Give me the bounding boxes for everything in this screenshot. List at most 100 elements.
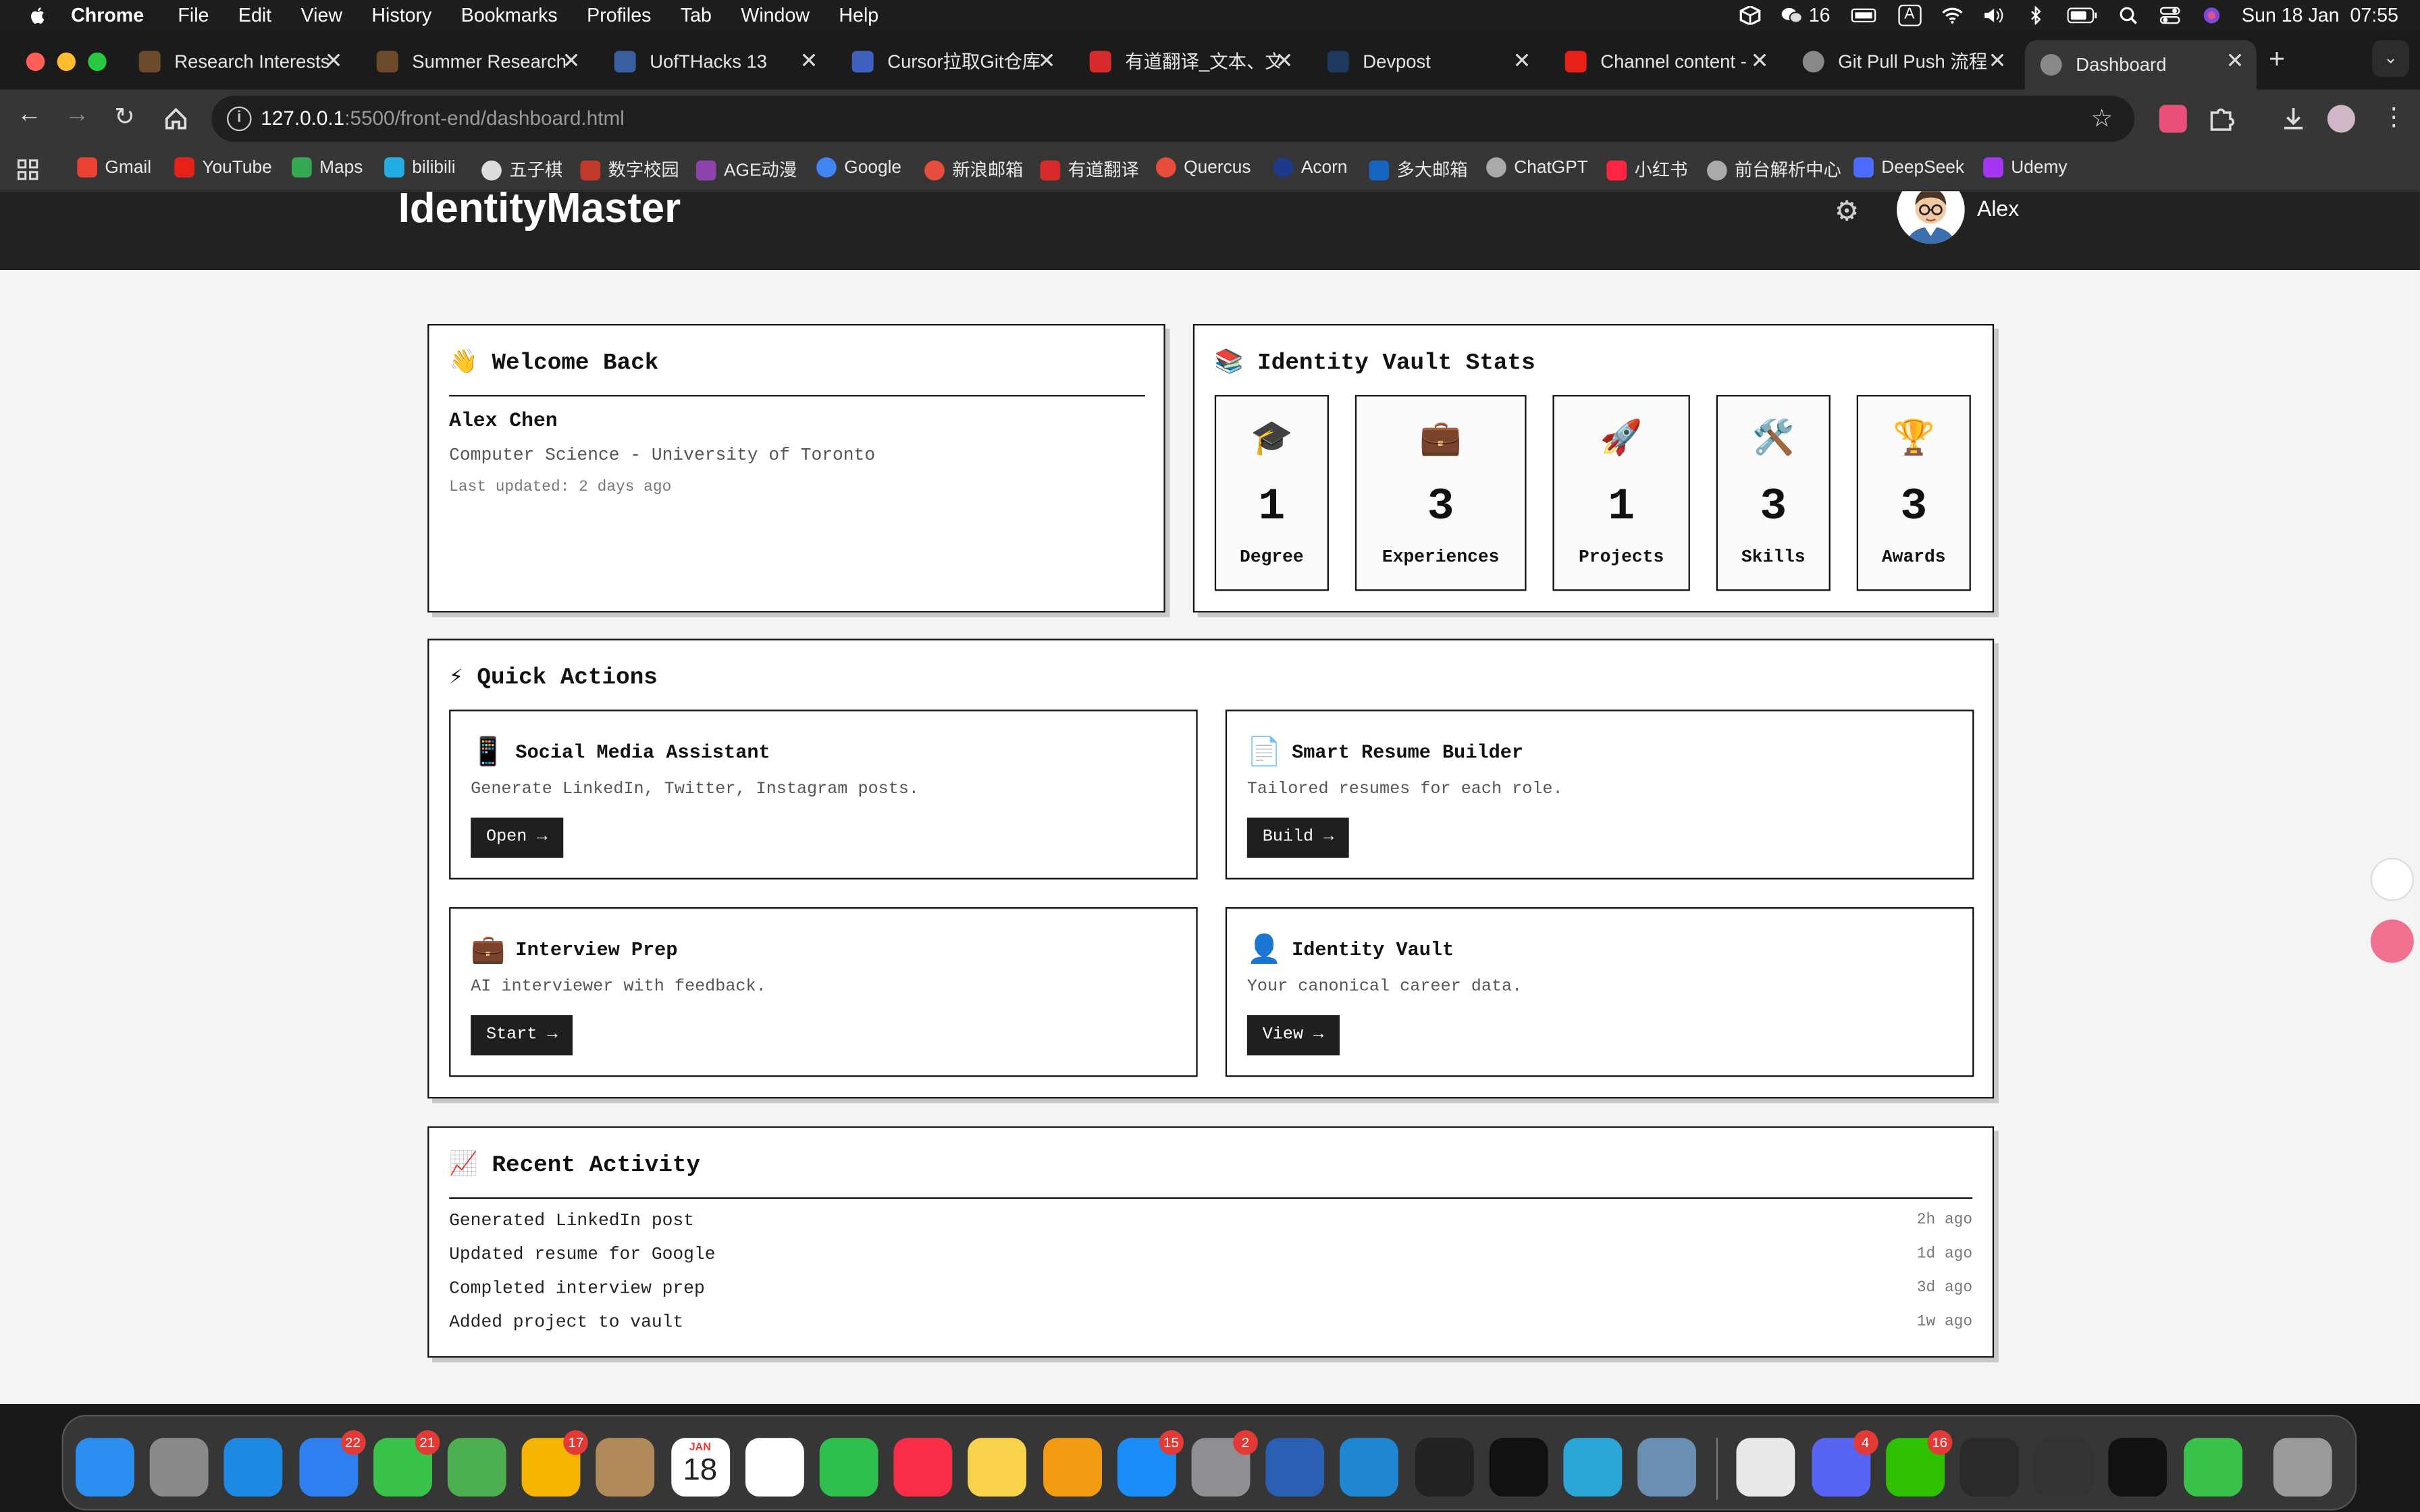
dock-quill-icon[interactable] (2034, 1438, 2093, 1497)
volume-icon[interactable] (1982, 6, 2004, 24)
bookmark-deepseek[interactable]: DeepSeek (1853, 157, 1964, 178)
back-arrow-icon[interactable]: ← (17, 102, 42, 130)
dock-messages-2-icon[interactable] (2183, 1438, 2242, 1497)
siri-icon[interactable] (2200, 6, 2221, 24)
build-resume-button[interactable]: Build → (1246, 817, 1350, 858)
bookmark-digital-campus[interactable]: 数字校园 (580, 157, 679, 182)
tab-close-icon[interactable]: ✕ (325, 48, 343, 74)
control-center-icon[interactable] (2159, 6, 2180, 24)
cube-status-icon[interactable] (1739, 6, 1761, 25)
bookmark-gomoku[interactable]: 五子棋 (481, 157, 562, 182)
bookmark-bilibili[interactable]: bilibili (384, 157, 456, 178)
bookmark-gmail[interactable]: Gmail (77, 157, 151, 178)
menu-window[interactable]: Window (741, 5, 810, 26)
bookmark-youdao[interactable]: 有道翻译 (1040, 157, 1139, 182)
dock-music-icon[interactable] (893, 1438, 953, 1497)
open-social-media-button[interactable]: Open → (471, 817, 563, 858)
menu-file[interactable]: File (178, 5, 209, 26)
tab-channel-content[interactable]: Channel content - ✕ (1550, 40, 1781, 82)
minimize-window-button[interactable] (57, 52, 76, 72)
stat-experiences[interactable]: 💼 3 Experiences (1354, 395, 1527, 591)
dock-word-icon[interactable] (1265, 1438, 1325, 1497)
bookmark-google[interactable]: Google (816, 157, 901, 178)
tab-search-chevron-icon[interactable]: ⌄ (2372, 40, 2409, 78)
menu-bookmarks[interactable]: Bookmarks (461, 5, 558, 26)
menu-app-name[interactable]: Chrome (71, 5, 144, 26)
tab-dashboard-active[interactable]: Dashboard ✕ (2024, 40, 2257, 90)
home-icon[interactable] (162, 105, 190, 132)
dock-notes-icon[interactable] (968, 1438, 1027, 1497)
spotlight-search-icon[interactable] (2117, 6, 2138, 24)
menubar-clock[interactable]: Sun 18 Jan 07:55 (2242, 5, 2398, 26)
bookmark-youtube[interactable]: YouTube (174, 157, 272, 178)
user-avatar[interactable] (1897, 191, 1965, 244)
site-info-icon[interactable]: i (226, 106, 252, 132)
tab-close-icon[interactable]: ✕ (562, 48, 581, 74)
tab-cursor-git[interactable]: Cursor拉取Git仓库 ✕ (837, 40, 1068, 82)
stat-projects[interactable]: 🚀 1 Projects (1552, 395, 1690, 591)
dock-trash-icon[interactable] (2273, 1438, 2332, 1497)
bookmark-quercus[interactable]: Quercus (1155, 157, 1251, 178)
tab-youdao-translate[interactable]: 有道翻译_文本、文 ✕ (1074, 40, 1306, 82)
battery-monitor-icon[interactable] (1850, 6, 1878, 24)
download-icon[interactable] (2280, 105, 2307, 132)
dock-calendar-icon[interactable]: JAN 18 (670, 1438, 730, 1497)
menu-tab[interactable]: Tab (681, 5, 712, 26)
tab-devpost[interactable]: Devpost ✕ (1312, 40, 1544, 82)
address-url[interactable]: 127.0.0.1:5500/front-end/dashboard.html (261, 107, 625, 130)
start-interview-button[interactable]: Start → (471, 1015, 573, 1056)
dock-discord-icon[interactable]: 4 (1811, 1430, 1878, 1497)
menu-help[interactable]: Help (839, 5, 878, 26)
translate-extension-icon[interactable] (2159, 105, 2187, 133)
dock-mail-icon[interactable]: 22 (298, 1430, 365, 1497)
apps-grid-icon[interactable] (17, 159, 38, 180)
apple-logo-icon[interactable] (28, 6, 46, 24)
chrome-menu-icon[interactable]: ⋮ (2382, 102, 2406, 133)
view-vault-button[interactable]: View → (1246, 1015, 1340, 1056)
bookmark-frontend-center[interactable]: 前台解析中心 (1706, 157, 1841, 182)
dock-chrome-icon[interactable] (1737, 1438, 1796, 1497)
translate-widget-icon[interactable] (2370, 919, 2414, 963)
menu-view[interactable]: View (301, 5, 342, 26)
tab-close-icon[interactable]: ✕ (800, 48, 818, 74)
dock-facetime-icon[interactable] (819, 1438, 878, 1497)
bookmark-age-anime[interactable]: AGE动漫 (695, 157, 797, 182)
dock-wechat-icon[interactable]: 16 (1885, 1430, 1952, 1497)
stat-skills[interactable]: 🛠️ 3 Skills (1716, 395, 1831, 591)
dock-maps-icon[interactable] (447, 1438, 506, 1497)
dock-safari-icon[interactable] (224, 1438, 284, 1497)
dock-finder-icon[interactable] (75, 1438, 134, 1497)
qr-code-widget-icon[interactable] (2370, 857, 2414, 901)
app-brand-logo[interactable]: IdentityMaster (398, 191, 681, 233)
dock-terminal-icon[interactable] (1489, 1438, 1548, 1497)
wechat-status[interactable]: 16 (1781, 5, 1830, 26)
address-bar[interactable]: i 127.0.0.1:5500/front-end/dashboard.htm… (211, 95, 2135, 142)
bookmark-xiaohongshu[interactable]: 小红书 (1606, 157, 1687, 182)
bookmark-uoft-mail[interactable]: 多大邮箱 (1369, 157, 1468, 182)
battery-icon[interactable] (2066, 6, 2097, 24)
tab-research-interests[interactable]: Research Interests ✕ (124, 40, 355, 82)
tab-close-icon[interactable]: ✕ (1751, 48, 1769, 74)
stat-awards[interactable]: 🏆 3 Awards (1856, 395, 1971, 591)
reload-icon[interactable]: ↻ (114, 102, 135, 133)
new-tab-button[interactable]: + (2269, 43, 2285, 76)
input-method-badge[interactable]: A (1898, 4, 1921, 26)
maximize-window-button[interactable] (88, 52, 107, 72)
dock-photos-icon[interactable]: 17 (521, 1430, 589, 1497)
tab-close-icon[interactable]: ✕ (1989, 48, 2007, 74)
dock-system-settings-icon[interactable]: 2 (1191, 1430, 1258, 1497)
tab-uofthacks[interactable]: UofTHacks 13 ✕ (599, 40, 831, 82)
dock-messages-icon[interactable]: 21 (373, 1430, 440, 1497)
stat-degree[interactable]: 🎓 1 Degree (1214, 395, 1329, 591)
dock-cube-app-icon[interactable] (1959, 1438, 2019, 1497)
dock-capcut-icon[interactable] (2109, 1438, 2168, 1497)
extensions-puzzle-icon[interactable] (2207, 105, 2235, 132)
dock-contacts-icon[interactable] (596, 1438, 656, 1497)
bookmark-sina-mail[interactable]: 新浪邮箱 (924, 157, 1023, 182)
bookmark-maps[interactable]: Maps (291, 157, 363, 178)
wifi-icon[interactable] (1941, 6, 1962, 24)
menu-edit[interactable]: Edit (238, 5, 271, 26)
menu-history[interactable]: History (371, 5, 431, 26)
dock-pages-icon[interactable] (1043, 1438, 1102, 1497)
settings-gear-icon[interactable]: ⚙ (1837, 191, 1857, 232)
